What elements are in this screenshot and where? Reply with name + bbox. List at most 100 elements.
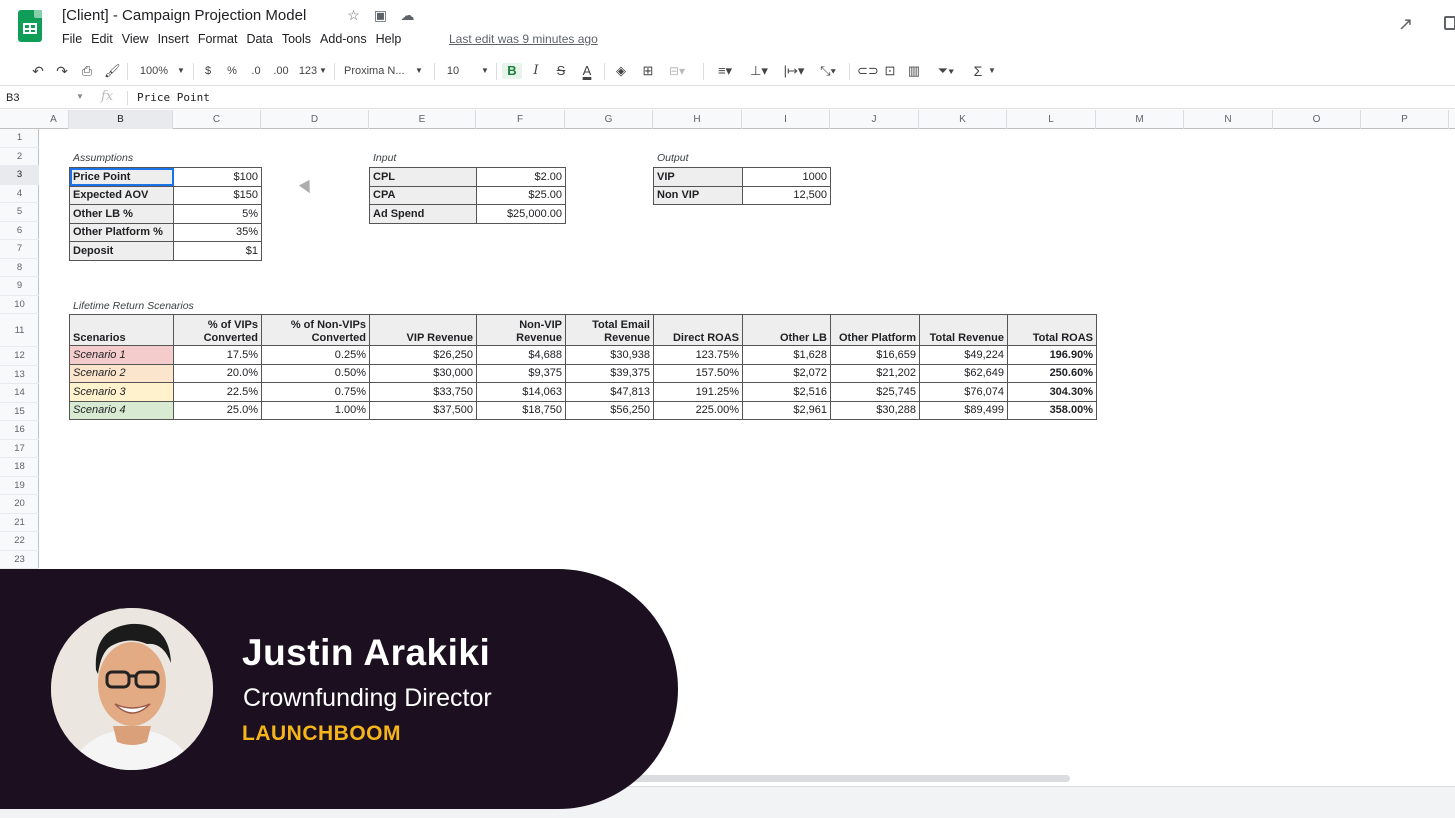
table-cell[interactable]: $37,500 — [369, 400, 477, 420]
row-header[interactable]: 9 — [0, 277, 39, 296]
output-label-cell[interactable]: VIP — [653, 167, 743, 187]
column-header[interactable]: C — [173, 110, 261, 129]
column-title[interactable]: Scenarios — [69, 314, 174, 346]
chevron-down-icon[interactable]: ▼ — [319, 63, 327, 79]
table-cell[interactable]: $18,750 — [476, 400, 566, 420]
assumption-label-cell[interactable]: Expected AOV — [69, 185, 174, 205]
table-cell[interactable]: 17.5% — [173, 345, 262, 365]
column-title[interactable]: Non-VIP Revenue — [476, 314, 566, 346]
redo-icon[interactable]: ↷ — [54, 63, 70, 79]
output-value-cell[interactable]: 12,500 — [742, 185, 831, 205]
table-cell[interactable]: 0.25% — [261, 345, 370, 365]
table-cell[interactable]: $47,813 — [565, 382, 654, 402]
table-cell[interactable]: $33,750 — [369, 382, 477, 402]
row-header[interactable]: 16 — [0, 421, 39, 440]
scenario-name-cell[interactable]: Scenario 1 — [69, 345, 174, 365]
table-cell[interactable]: $1,628 — [742, 345, 831, 365]
table-cell[interactable]: 0.75% — [261, 382, 370, 402]
scenario-name-cell[interactable]: Scenario 2 — [69, 363, 174, 383]
table-cell[interactable]: $89,499 — [919, 400, 1008, 420]
table-cell[interactable]: 0.50% — [261, 363, 370, 383]
row-header[interactable]: 15 — [0, 403, 39, 421]
column-title[interactable]: Total ROAS — [1007, 314, 1097, 346]
name-box[interactable]: B3 — [6, 92, 19, 104]
trend-icon[interactable]: ↗ — [1398, 14, 1413, 35]
column-header[interactable]: O — [1273, 110, 1361, 129]
strikethrough-button[interactable]: S — [554, 63, 568, 79]
total-roas-cell[interactable]: 250.60% — [1007, 363, 1097, 383]
filter-icon[interactable]: ⏷▾ — [932, 63, 960, 79]
assumption-label-cell[interactable]: Deposit — [69, 241, 174, 261]
column-header[interactable]: I — [742, 110, 830, 129]
insert-chart-icon[interactable]: ▥ — [906, 63, 922, 79]
row-header[interactable]: 18 — [0, 458, 39, 477]
document-title[interactable]: [Client] - Campaign Projection Model — [62, 7, 306, 24]
assumption-value-cell[interactable]: $1 — [173, 241, 262, 261]
assumption-value-cell[interactable]: 35% — [173, 222, 262, 242]
table-cell[interactable]: $39,375 — [565, 363, 654, 383]
column-title[interactable]: Total Email Revenue — [565, 314, 654, 346]
table-cell[interactable]: $49,224 — [919, 345, 1008, 365]
table-cell[interactable]: $9,375 — [476, 363, 566, 383]
input-value-cell[interactable]: $25.00 — [476, 185, 566, 205]
row-header[interactable]: 8 — [0, 259, 39, 277]
star-icon[interactable]: ☆ — [345, 7, 362, 24]
table-cell[interactable]: $2,516 — [742, 382, 831, 402]
row-header[interactable]: 22 — [0, 532, 39, 551]
column-title[interactable]: Direct ROAS — [653, 314, 743, 346]
assumption-label-cell[interactable]: Price Point — [69, 167, 174, 187]
row-header[interactable]: 1 — [0, 129, 39, 148]
functions-button[interactable]: Σ — [972, 63, 984, 79]
table-cell[interactable]: $62,649 — [919, 363, 1008, 383]
row-header[interactable]: 17 — [0, 440, 39, 458]
menu-addons[interactable]: Add-ons — [320, 32, 367, 46]
table-cell[interactable]: $14,063 — [476, 382, 566, 402]
table-cell[interactable]: $30,000 — [369, 363, 477, 383]
row-header[interactable]: 20 — [0, 495, 39, 514]
table-cell[interactable]: 22.5% — [173, 382, 262, 402]
table-cell[interactable]: $16,659 — [830, 345, 920, 365]
sheets-logo-icon[interactable] — [18, 10, 42, 42]
print-icon[interactable]: ⎙ — [79, 63, 95, 79]
insert-link-icon[interactable]: ⊂⊃ — [857, 63, 879, 79]
scenario-name-cell[interactable]: Scenario 3 — [69, 382, 174, 402]
row-header[interactable]: 21 — [0, 514, 39, 532]
row-header[interactable]: 14 — [0, 384, 39, 403]
italic-button[interactable]: I — [529, 63, 543, 79]
bold-button[interactable]: B — [502, 63, 522, 79]
assumption-value-cell[interactable]: $100 — [173, 167, 262, 187]
merge-cells-icon[interactable]: ⊟▾ — [665, 63, 689, 79]
increase-decimal-button[interactable]: .00 — [271, 63, 291, 79]
row-header[interactable]: 23 — [0, 551, 39, 569]
column-title[interactable]: Other Platform — [830, 314, 920, 346]
column-header[interactable]: N — [1184, 110, 1273, 129]
scenario-name-cell[interactable]: Scenario 4 — [69, 400, 174, 420]
table-cell[interactable]: 1.00% — [261, 400, 370, 420]
paint-format-icon[interactable]: 🖌 — [104, 63, 121, 79]
cloud-status-icon[interactable]: ☁ — [399, 7, 416, 24]
menu-view[interactable]: View — [122, 32, 149, 46]
assumption-value-cell[interactable]: 5% — [173, 204, 262, 224]
decrease-decimal-button[interactable]: .0 — [248, 63, 264, 79]
input-value-cell[interactable]: $25,000.00 — [476, 204, 566, 224]
menu-edit[interactable]: Edit — [91, 32, 113, 46]
table-cell[interactable]: 225.00% — [653, 400, 743, 420]
table-cell[interactable]: $30,288 — [830, 400, 920, 420]
table-cell[interactable]: $30,938 — [565, 345, 654, 365]
total-roas-cell[interactable]: 304.30% — [1007, 382, 1097, 402]
zoom-select[interactable]: 100% — [139, 63, 169, 79]
table-cell[interactable]: $26,250 — [369, 345, 477, 365]
input-label-cell[interactable]: CPL — [369, 167, 477, 187]
menu-tools[interactable]: Tools — [282, 32, 311, 46]
row-header[interactable]: 3 — [0, 166, 39, 185]
column-header[interactable]: K — [919, 110, 1007, 129]
table-cell[interactable]: 157.50% — [653, 363, 743, 383]
menu-format[interactable]: Format — [198, 32, 238, 46]
text-color-button[interactable]: A — [579, 63, 595, 79]
total-roas-cell[interactable]: 196.90% — [1007, 345, 1097, 365]
column-title[interactable]: % of Non-VIPs Converted — [261, 314, 370, 346]
percent-format-button[interactable]: % — [226, 63, 238, 79]
table-cell[interactable]: 20.0% — [173, 363, 262, 383]
column-title[interactable]: % of VIPs Converted — [173, 314, 262, 346]
input-value-cell[interactable]: $2.00 — [476, 167, 566, 187]
